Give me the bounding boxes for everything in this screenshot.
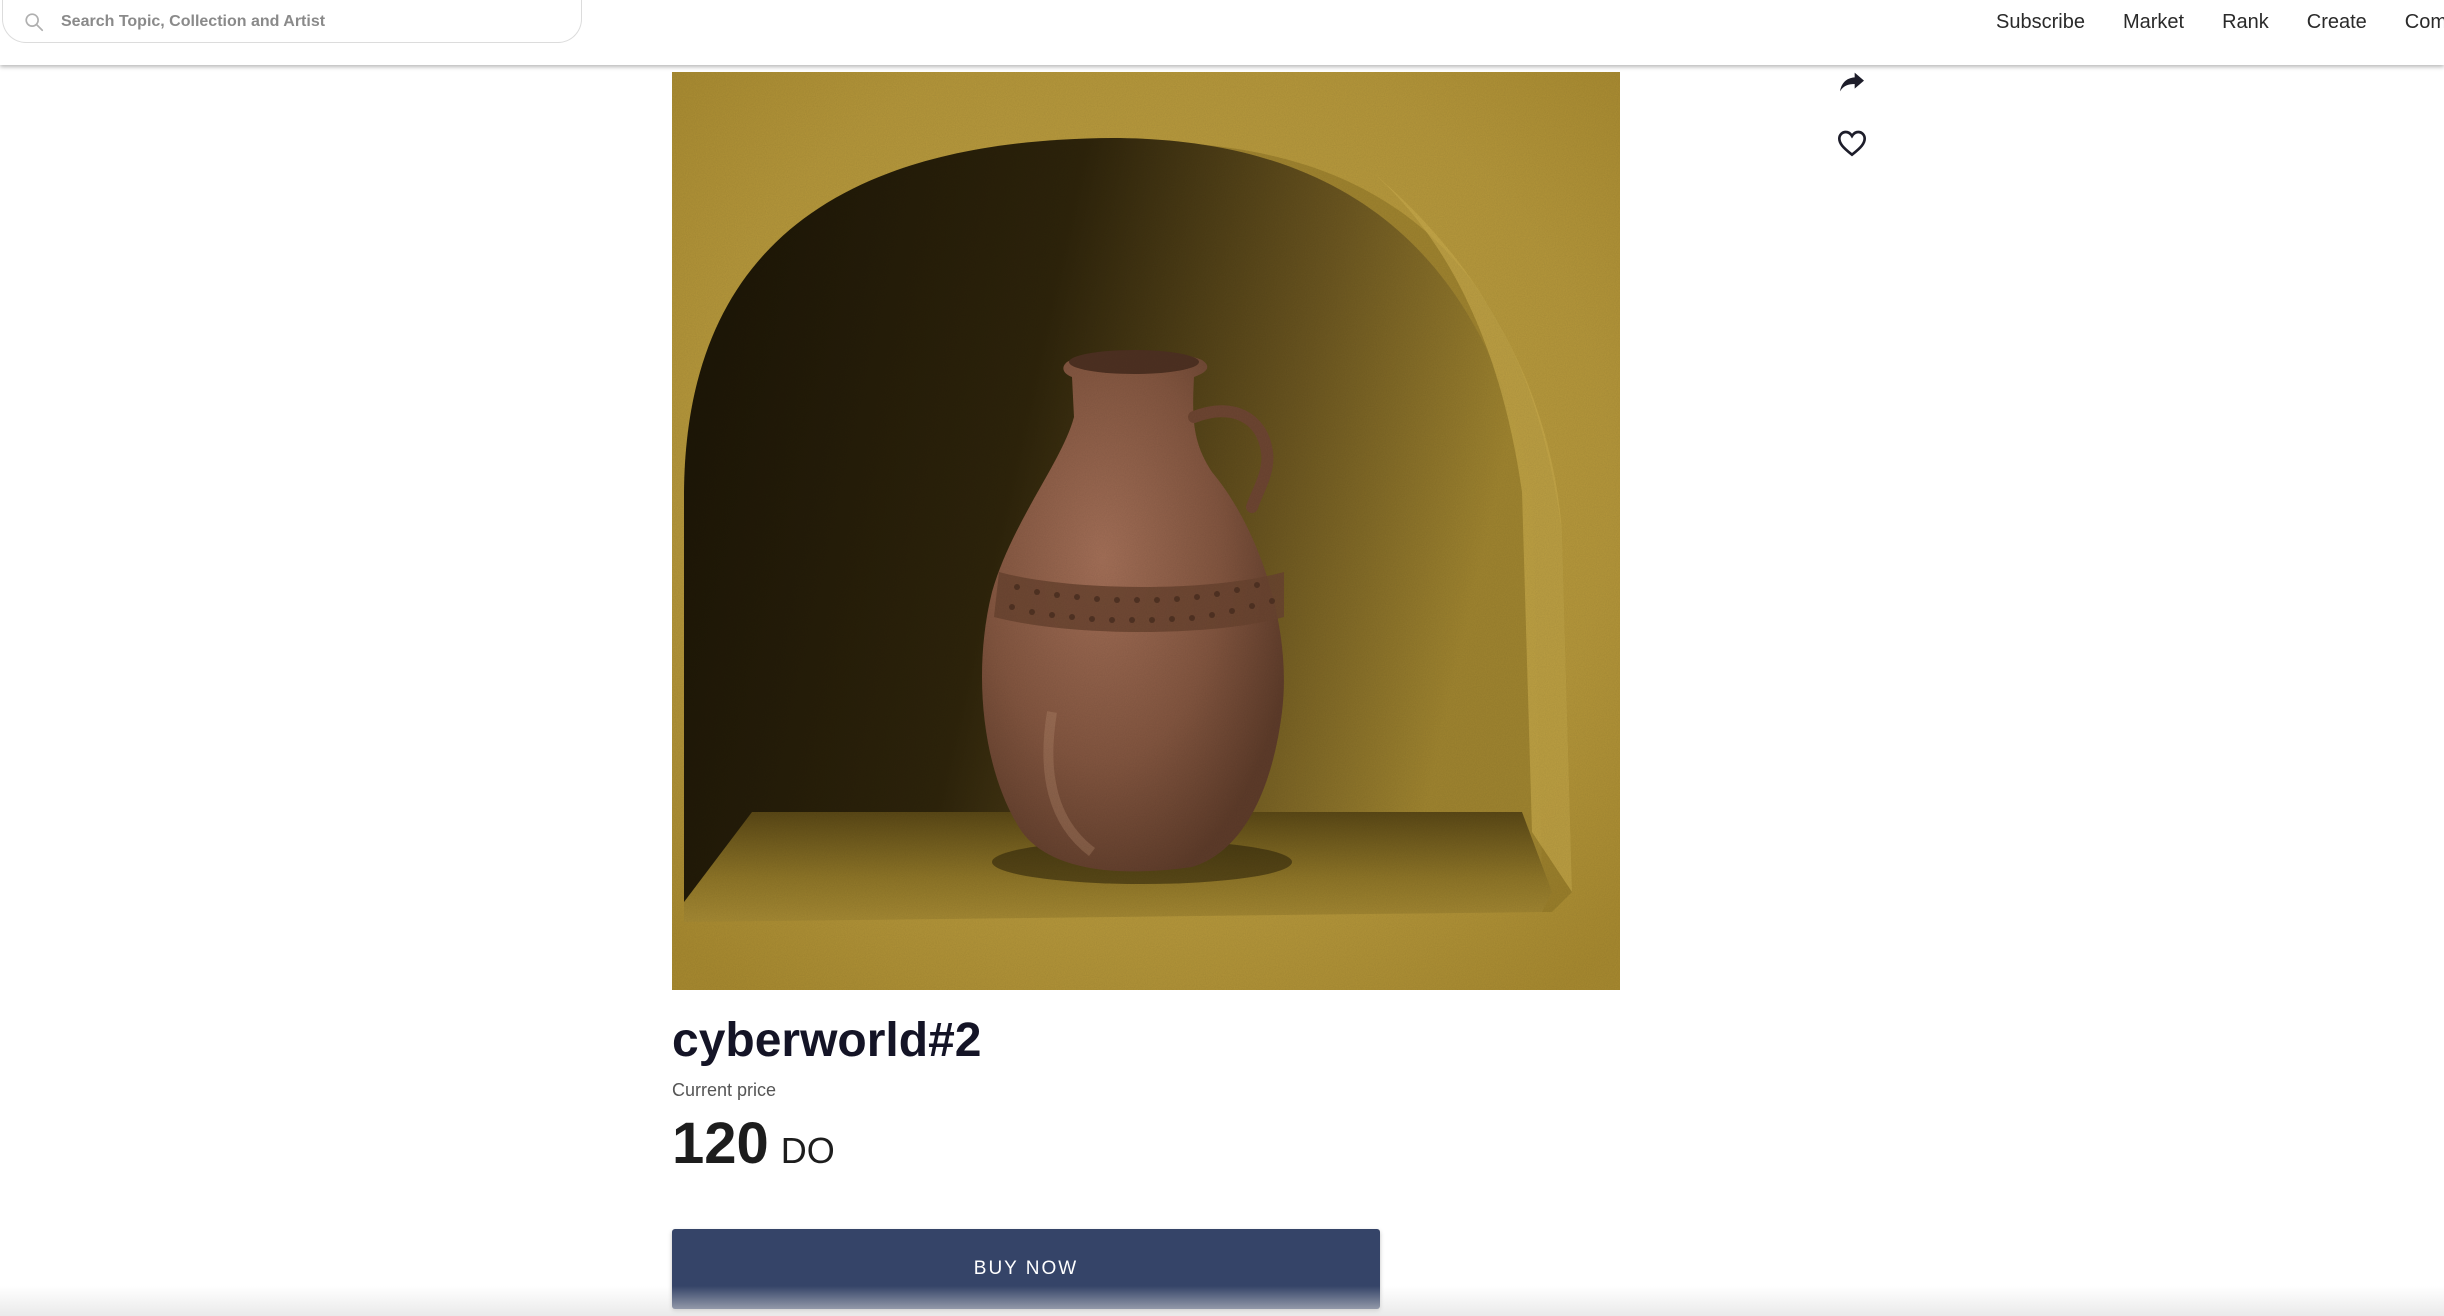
nav-market[interactable]: Market: [2123, 9, 2184, 35]
price-label: Current price: [672, 1080, 777, 1100]
nav-community[interactable]: Community: [2405, 9, 2444, 35]
buy-now-button[interactable]: BUY NOW: [672, 1229, 1380, 1309]
nav-create[interactable]: Create: [2307, 9, 2367, 35]
nav-rank[interactable]: Rank: [2222, 9, 2269, 35]
nav-subscribe[interactable]: Subscribe: [1996, 9, 2085, 35]
main-nav: Subscribe Market Rank Create Community: [1996, 9, 2444, 35]
vase-artwork-graphic: [672, 72, 1620, 990]
search-input[interactable]: [61, 8, 561, 36]
share-icon[interactable]: [1836, 66, 1868, 98]
price-value: 120: [672, 1111, 769, 1176]
search-icon: [25, 13, 44, 32]
item-actions: [1836, 66, 1868, 190]
item-title: cyberworld#2: [672, 1014, 982, 1067]
search-bar[interactable]: [2, 0, 582, 43]
heart-icon[interactable]: [1836, 128, 1868, 160]
artwork-image[interactable]: [672, 72, 1620, 990]
price-display: 120 DO: [672, 1110, 835, 1177]
top-nav-bar: Subscribe Market Rank Create Community: [0, 0, 2444, 65]
price-unit: DO: [780, 1130, 835, 1171]
